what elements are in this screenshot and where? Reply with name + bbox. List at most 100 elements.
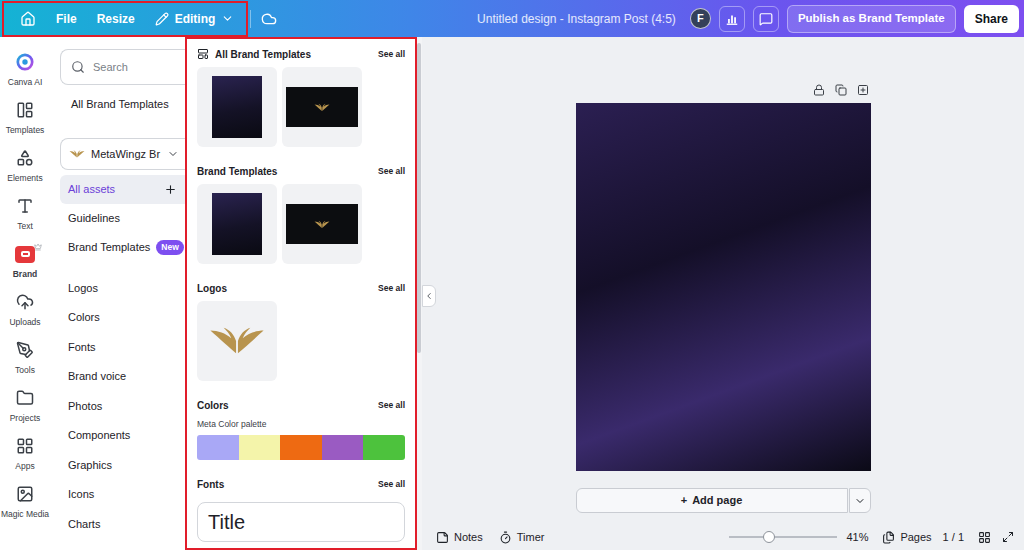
rail-item[interactable]: Canva AI — [0, 47, 50, 95]
avatar[interactable]: F — [690, 8, 711, 29]
asset-type-item[interactable]: Graphics — [60, 450, 185, 480]
logo-thumbnail[interactable] — [197, 301, 277, 381]
menu-button[interactable]: File — [56, 10, 77, 28]
see-all-link[interactable]: See all — [378, 478, 405, 491]
page-count: 1 / 1 — [943, 529, 964, 546]
comments-button[interactable] — [753, 6, 779, 32]
template-thumbnail[interactable] — [282, 184, 362, 264]
template-preview — [212, 76, 262, 138]
search-field[interactable]: Search — [60, 49, 185, 85]
rail-item[interactable]: Apps — [0, 431, 50, 479]
publish-button[interactable]: Publish as Brand Template — [787, 5, 956, 33]
rail-label: Magic Media — [1, 508, 49, 521]
grid-view-icon[interactable] — [978, 531, 991, 544]
brand-logo-icon — [69, 148, 85, 160]
brand-icon — [15, 246, 35, 263]
plus-icon[interactable] — [164, 183, 177, 196]
zoom-reading[interactable]: 41% — [846, 529, 872, 546]
rail-label: Brand — [13, 268, 38, 281]
color-swatch[interactable] — [197, 435, 239, 460]
asset-type-item[interactable]: Components — [60, 421, 185, 451]
zoom-slider[interactable] — [729, 536, 837, 538]
add-page-button[interactable]: +Add page — [576, 488, 848, 513]
home-icon[interactable] — [20, 11, 36, 27]
rail-item[interactable]: Projects — [0, 383, 50, 431]
see-all-link[interactable]: See all — [378, 165, 405, 178]
section-header: LogosSee all — [197, 281, 405, 295]
share-button[interactable]: Share — [964, 5, 1019, 33]
fullscreen-icon[interactable] — [1002, 531, 1014, 543]
asset-type-item[interactable]: Icons — [60, 480, 185, 510]
asset-type-item[interactable]: Brand voice — [60, 362, 185, 392]
text-icon — [16, 197, 34, 215]
rail-item[interactable]: Uploads — [0, 287, 50, 335]
lock-icon[interactable] — [813, 84, 825, 96]
zoom-thumb[interactable] — [763, 531, 775, 543]
logo-mark-icon — [314, 102, 330, 113]
font-sample[interactable]: Title — [197, 502, 405, 542]
menu-button[interactable]: Resize — [97, 10, 135, 28]
template-thumbnail[interactable] — [282, 67, 362, 147]
bottom-bar: Notes Timer 41% Pages 1 / 1 — [422, 524, 1024, 550]
brand-nav-item[interactable]: Brand TemplatesNew — [60, 233, 185, 262]
see-all-link[interactable]: See all — [378, 48, 405, 61]
template-thumbnail[interactable] — [197, 184, 277, 264]
brand-nav-item[interactable]: Guidelines — [60, 204, 185, 233]
add-page-icon[interactable] — [857, 84, 869, 96]
rail-item[interactable]: Brand — [0, 239, 50, 287]
timer-icon — [499, 531, 512, 544]
apps-icon — [16, 437, 34, 455]
menu-group: File Resize Editing — [2, 1, 248, 37]
color-swatch[interactable] — [363, 435, 405, 460]
brand-nav-item[interactable]: All assets — [60, 175, 185, 204]
rail-item[interactable]: Text — [0, 191, 50, 239]
asset-type-item[interactable]: Fonts — [60, 332, 185, 362]
chevron-left-icon — [424, 291, 434, 301]
asset-type-item[interactable]: Colors — [60, 303, 185, 333]
notes-button[interactable]: Notes — [436, 529, 483, 546]
color-swatch[interactable] — [280, 435, 322, 460]
chevron-down-icon — [854, 495, 866, 507]
design-title[interactable]: Untitled design - Instagram Post (4:5) — [477, 10, 676, 28]
add-page-menu-button[interactable] — [849, 488, 871, 513]
duplicate-icon[interactable] — [835, 84, 847, 96]
cloud-saved-icon[interactable] — [261, 11, 277, 27]
editing-mode-button[interactable]: Editing — [155, 10, 235, 28]
asset-type-item[interactable]: Charts — [60, 509, 185, 539]
asset-type-item[interactable]: Logos — [60, 273, 185, 303]
asset-type-item[interactable]: Photos — [60, 391, 185, 421]
rail-label: Apps — [15, 460, 34, 473]
chevron-down-icon — [221, 12, 234, 25]
wings-logo-icon — [208, 322, 266, 360]
insights-button[interactable] — [719, 6, 745, 32]
canvas-area: +Add page Notes Timer 41% Pages 1 / 1 — [422, 37, 1024, 550]
collapse-handle[interactable] — [422, 285, 436, 307]
template-thumbnail[interactable] — [197, 67, 277, 147]
see-all-link[interactable]: See all — [378, 399, 405, 412]
pencil-icon — [155, 12, 169, 26]
color-swatch[interactable] — [322, 435, 364, 460]
templates-icon — [16, 101, 34, 119]
section-header: ColorsSee all — [197, 398, 405, 412]
timer-button[interactable]: Timer — [499, 529, 545, 546]
brand-kit-dropdown[interactable]: MetaWingz Br — [60, 138, 185, 170]
side-rail: Canva AITemplatesElements Text Brand Upload… — [0, 37, 50, 550]
rail-item[interactable]: Magic Media — [0, 479, 50, 527]
template-preview — [212, 193, 262, 255]
all-templates-link[interactable]: All Brand Templates — [50, 97, 185, 111]
template-preview — [286, 87, 358, 127]
asset-section: All Brand TemplatesSee all — [197, 47, 405, 147]
uploads-icon — [16, 293, 34, 311]
tools-icon — [16, 341, 34, 359]
pages-button[interactable]: Pages — [882, 529, 931, 546]
magic-media-icon — [16, 485, 34, 503]
rail-item[interactable]: Elements — [0, 143, 50, 191]
section-header: FontsSee all — [197, 477, 405, 491]
rail-label: Uploads — [9, 316, 40, 329]
rail-item[interactable]: Templates — [0, 95, 50, 143]
design-page[interactable] — [576, 103, 871, 471]
see-all-link[interactable]: See all — [378, 282, 405, 295]
color-swatch[interactable] — [239, 435, 281, 460]
rail-item[interactable]: Tools — [0, 335, 50, 383]
rail-label: Text — [17, 220, 33, 233]
